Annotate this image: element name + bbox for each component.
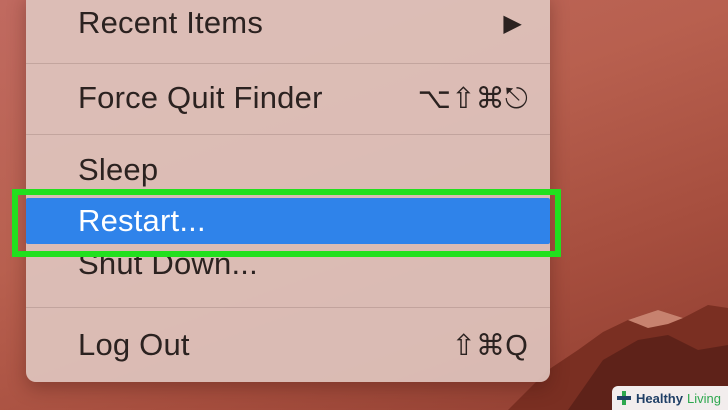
menu-item-recent-items[interactable]: Recent Items ▶: [26, 0, 550, 46]
menu-item-force-quit-finder[interactable]: Force Quit Finder ⌥⇧⌘⎋: [26, 75, 550, 121]
submenu-arrow-icon: ▶: [503, 9, 522, 37]
plus-icon: [617, 391, 631, 405]
shortcut-log-out: ⇧⌘Q: [451, 329, 528, 362]
menu-item-log-out[interactable]: Log Out ⇧⌘Q: [26, 322, 550, 368]
menu-item-label: Force Quit Finder: [78, 80, 323, 115]
menu-item-label: Sleep: [78, 152, 159, 187]
menu-separator: [26, 63, 550, 64]
watermark: Healthy Living: [612, 386, 728, 410]
watermark-brand-1: Healthy: [636, 390, 683, 406]
shortcut-force-quit: ⌥⇧⌘⎋: [417, 82, 528, 115]
menu-item-label: Recent Items: [78, 5, 264, 40]
menu-separator: [26, 307, 550, 308]
watermark-brand-2: Living: [686, 390, 721, 406]
annotation-highlight-box: [12, 189, 561, 257]
menu-separator: [26, 134, 550, 135]
menu-item-label: Log Out: [78, 327, 190, 362]
menu-item-sleep[interactable]: Sleep: [26, 150, 550, 190]
